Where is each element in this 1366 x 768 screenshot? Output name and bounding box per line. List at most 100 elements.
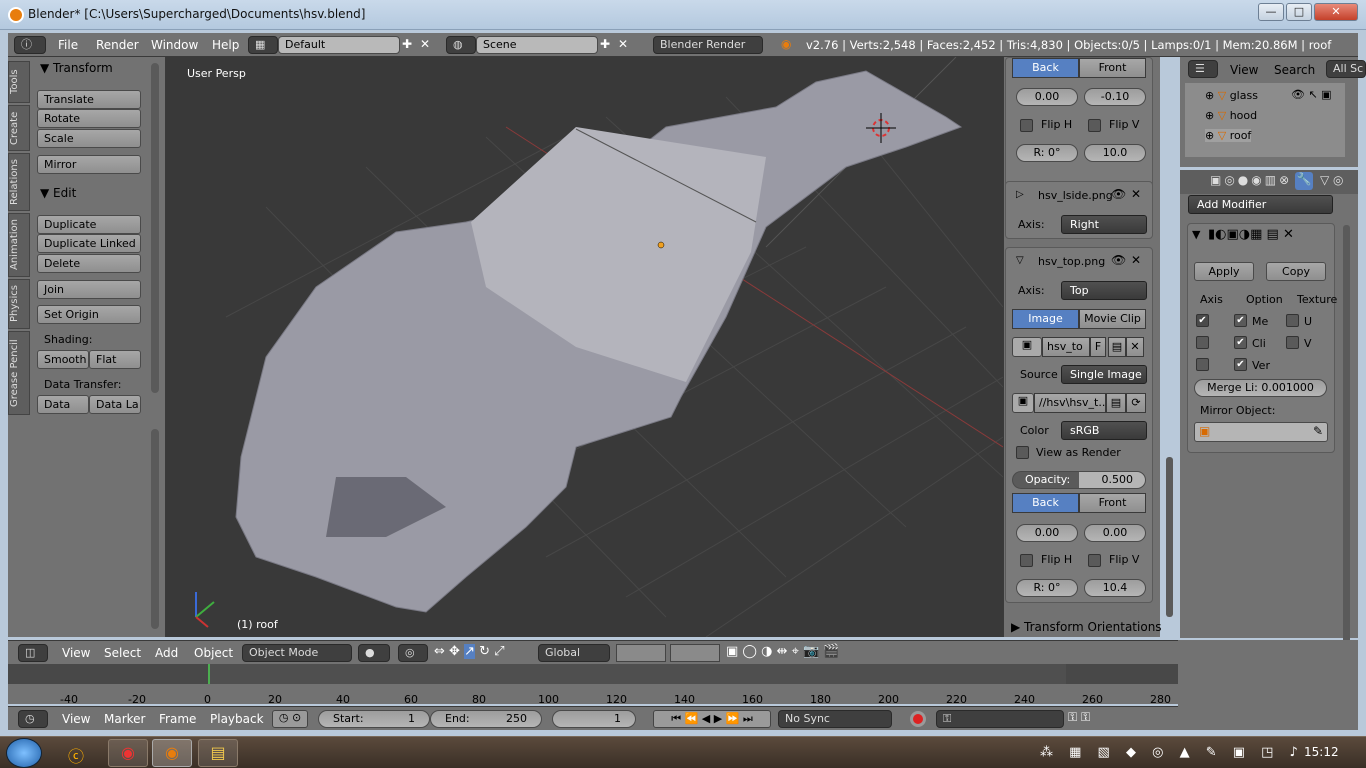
duplicate-button[interactable]: Duplicate [37, 215, 141, 234]
bg3-rotation-field[interactable]: R: 0° [1016, 579, 1078, 597]
start-frame-field[interactable]: Start: 1 [318, 710, 430, 728]
menu-window[interactable]: Window [151, 38, 198, 52]
modifier-tab-icon[interactable]: 🔧 [1295, 172, 1313, 190]
bg1-x-field[interactable]: 0.00 [1016, 88, 1078, 106]
keying-set-field[interactable]: ⚿ [936, 710, 1064, 728]
menu-render[interactable]: Render [96, 38, 139, 52]
layers-grid-1[interactable] [616, 644, 666, 662]
bg3-filepath-browse-icon[interactable]: ▤ [1106, 393, 1126, 413]
bg1-size-field[interactable]: 10.0 [1084, 144, 1146, 162]
add-modifier-dropdown[interactable]: Add Modifier [1188, 195, 1333, 214]
3d-viewport[interactable]: User Persp (1) roof [166, 57, 1003, 637]
modifier-display-icons[interactable]: ▮◐▣◑▦ ▤ ✕ [1208, 227, 1294, 242]
bg3-collapse-icon[interactable]: ▽ [1016, 255, 1024, 266]
bg3-reload-icon[interactable]: ⟳ [1126, 393, 1146, 413]
eyedropper-icon[interactable]: ✎ [1313, 424, 1323, 438]
bg3-remove-icon[interactable]: ✕ [1131, 253, 1141, 267]
outliner-search-menu[interactable]: Search [1274, 63, 1315, 77]
flat-button[interactable]: Flat [89, 350, 141, 369]
add-menu[interactable]: Add [155, 646, 178, 660]
modifier-apply-button[interactable]: Apply [1194, 262, 1254, 281]
timeline-view-menu[interactable]: View [62, 712, 90, 726]
bg3-eye-icon[interactable]: 👁 [1111, 253, 1126, 267]
object-menu[interactable]: Object [194, 646, 233, 660]
mirror-object-field[interactable]: ▣ ✎ [1194, 422, 1328, 442]
visibility-icons[interactable]: 👁 ↖ ▣ [1291, 88, 1332, 101]
smooth-button[interactable]: Smooth [37, 350, 89, 369]
scene-icon[interactable]: ◍ [446, 36, 476, 54]
keyframe-icons[interactable]: ⚿ ⚿ [1068, 710, 1090, 725]
add-scene-icon[interactable]: ✚ [600, 37, 610, 51]
screen-layout-icon[interactable]: ▦ [248, 36, 278, 54]
viewport-canvas[interactable] [166, 57, 1003, 637]
bg3-fake-user-button[interactable]: F [1090, 337, 1106, 357]
marker-menu[interactable]: Marker [104, 712, 145, 726]
tab-create[interactable]: Create [8, 105, 30, 151]
property-context-icons[interactable]: ▣◎●◉▥⊗ [1210, 173, 1292, 187]
translate-button[interactable]: Translate [37, 90, 141, 109]
delete-button[interactable]: Delete [37, 254, 141, 273]
bg1-y-field[interactable]: -0.10 [1084, 88, 1146, 106]
bg3-unlink-icon[interactable]: ✕ [1126, 337, 1144, 357]
sync-dropdown[interactable]: No Sync [778, 710, 892, 728]
bg2-expand-icon[interactable]: ▷ [1016, 189, 1024, 200]
explorer-taskbar-icon[interactable]: ▤ [198, 739, 238, 767]
maximize-button[interactable]: □ [1286, 3, 1312, 21]
info-editor-type-button[interactable]: ⓘ [14, 36, 46, 54]
duplicate-linked-button[interactable]: Duplicate Linked [37, 234, 141, 253]
clipping-checkbox[interactable]: ✔ [1234, 336, 1247, 349]
outliner-view-menu[interactable]: View [1230, 63, 1258, 77]
outliner-item-glass[interactable]: ⊕ ▽ glass [1205, 89, 1258, 102]
bg1-front-button[interactable]: Front [1079, 58, 1146, 78]
data-layout-button[interactable]: Data La [89, 395, 141, 414]
tab-physics[interactable]: Physics [8, 279, 30, 329]
current-frame-field[interactable]: 1 [552, 710, 636, 728]
bg3-front-button[interactable]: Front [1079, 493, 1146, 513]
start-button[interactable] [6, 738, 42, 768]
pivot-point-dropdown[interactable]: ◎ [398, 644, 428, 662]
scene-field[interactable]: Scene [476, 36, 598, 54]
data-transfer-button[interactable]: Data [37, 395, 89, 414]
minimize-button[interactable]: — [1258, 3, 1284, 21]
frame-menu[interactable]: Frame [159, 712, 196, 726]
view-menu[interactable]: View [62, 646, 90, 660]
modifier-collapse-icon[interactable]: ▼ [1192, 228, 1200, 241]
delete-layout-icon[interactable]: ✕ [420, 37, 430, 51]
bg3-x-field[interactable]: 0.00 [1016, 524, 1078, 542]
menu-help[interactable]: Help [212, 38, 239, 52]
bg1-back-button[interactable]: Back [1012, 58, 1079, 78]
vertex-groups-checkbox[interactable]: ✔ [1234, 358, 1247, 371]
screen-layout-field[interactable]: Default [278, 36, 400, 54]
tab-animation[interactable]: Animation [8, 213, 30, 277]
bg3-opacity-slider[interactable]: Opacity: 0.500 [1012, 471, 1146, 489]
record-icon[interactable] [910, 711, 926, 727]
bg3-movie-clip-tab[interactable]: Movie Clip [1079, 309, 1146, 329]
bg3-back-button[interactable]: Back [1012, 493, 1079, 513]
join-button[interactable]: Join [37, 280, 141, 299]
mirror-button[interactable]: Mirror [37, 155, 141, 174]
playback-controls[interactable]: ⏮ ⏪ ◀ ▶ ⏩ ⏭ [653, 710, 771, 728]
bg3-view-as-render-checkbox[interactable] [1016, 446, 1029, 459]
render-engine-dropdown[interactable]: Blender Render [653, 36, 763, 54]
tab-relations[interactable]: Relations [8, 153, 30, 211]
chrome-taskbar-icon[interactable]: ◉ [108, 739, 148, 767]
eclipse-taskbar-icon[interactable]: ⓒ [68, 743, 84, 767]
tab-tools[interactable]: Tools [8, 61, 30, 103]
timeline-area[interactable] [8, 664, 1178, 704]
rotate-button[interactable]: Rotate [37, 109, 141, 128]
bg3-flip-v-checkbox[interactable] [1088, 554, 1101, 567]
blender-taskbar-icon[interactable]: ◉ [152, 739, 192, 767]
bg3-flip-h-checkbox[interactable] [1020, 554, 1033, 567]
scale-button[interactable]: Scale [37, 129, 141, 148]
select-menu[interactable]: Select [104, 646, 141, 660]
snapping-and-render-icons[interactable]: ▣ ◯ ◑ ⇹ ⌖ 📷 🎬 [726, 644, 840, 659]
toolshelf-lower-scrollbar[interactable] [151, 429, 159, 629]
modifier-copy-button[interactable]: Copy [1266, 262, 1326, 281]
editor-type-button[interactable]: ◫ [18, 644, 48, 662]
delete-scene-icon[interactable]: ✕ [618, 37, 628, 51]
playback-menu[interactable]: Playback [210, 712, 264, 726]
more-context-icons[interactable]: ▽ ◎ [1320, 173, 1344, 187]
bg3-y-field[interactable]: 0.00 [1084, 524, 1146, 542]
bg3-color-dropdown[interactable]: sRGB [1061, 421, 1147, 440]
bg3-image-tab[interactable]: Image [1012, 309, 1079, 329]
